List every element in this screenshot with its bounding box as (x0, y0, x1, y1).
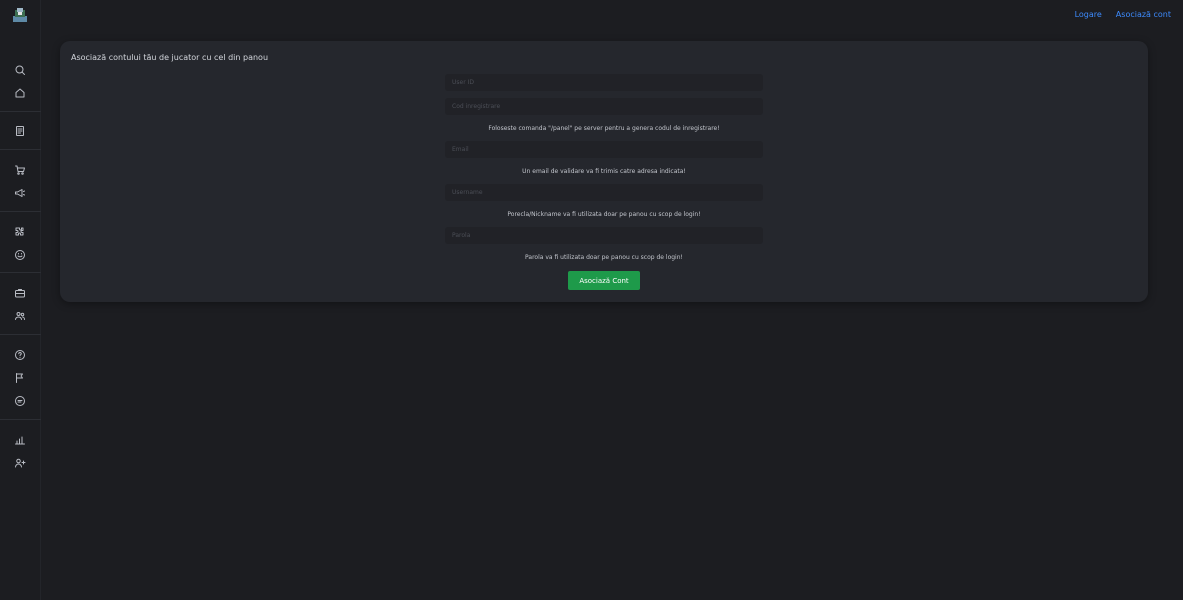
password-hint: Parola va fi utilizata doar pe panou cu … (525, 254, 683, 261)
divider (0, 211, 41, 212)
puzzle-icon[interactable] (13, 225, 27, 239)
login-link[interactable]: Logare (1075, 10, 1102, 19)
associate-account-link[interactable]: Asociază cont (1116, 10, 1171, 19)
search-icon[interactable] (13, 63, 27, 77)
card-title: Asociază contului tău de jucator cu cel … (71, 53, 269, 62)
top-nav: Logare Asociază cont (1075, 10, 1171, 19)
divider (0, 149, 41, 150)
password-input[interactable] (445, 227, 763, 244)
sidebar (0, 0, 41, 600)
email-input[interactable] (445, 141, 763, 158)
associate-account-card: Asociază contului tău de jucator cu cel … (60, 41, 1148, 302)
username-hint: Porecla/Nickname va fi utilizata doar pe… (507, 211, 701, 218)
divider (0, 272, 41, 273)
registration-code-input[interactable] (445, 98, 763, 115)
document-icon[interactable] (13, 124, 27, 138)
divider (0, 334, 41, 335)
smile-icon[interactable] (13, 248, 27, 262)
help-icon[interactable] (13, 348, 27, 362)
home-icon[interactable] (13, 86, 27, 100)
briefcase-icon[interactable] (13, 286, 27, 300)
flag-icon[interactable] (13, 371, 27, 385)
logo[interactable] (12, 7, 28, 23)
associate-account-button[interactable]: Asociază Cont (568, 271, 640, 290)
cart-icon[interactable] (13, 163, 27, 177)
megaphone-icon[interactable] (13, 186, 27, 200)
username-input[interactable] (445, 184, 763, 201)
chart-icon[interactable] (13, 433, 27, 447)
user-id-input[interactable] (445, 74, 763, 91)
email-hint: Un email de validare va fi trimis catre … (522, 168, 686, 175)
divider (0, 111, 41, 112)
chat-icon[interactable] (13, 394, 27, 408)
user-plus-icon[interactable] (13, 456, 27, 470)
divider (0, 419, 41, 420)
code-hint: Foloseste comanda "/panel" pe server pen… (488, 125, 720, 132)
users-icon[interactable] (13, 309, 27, 323)
